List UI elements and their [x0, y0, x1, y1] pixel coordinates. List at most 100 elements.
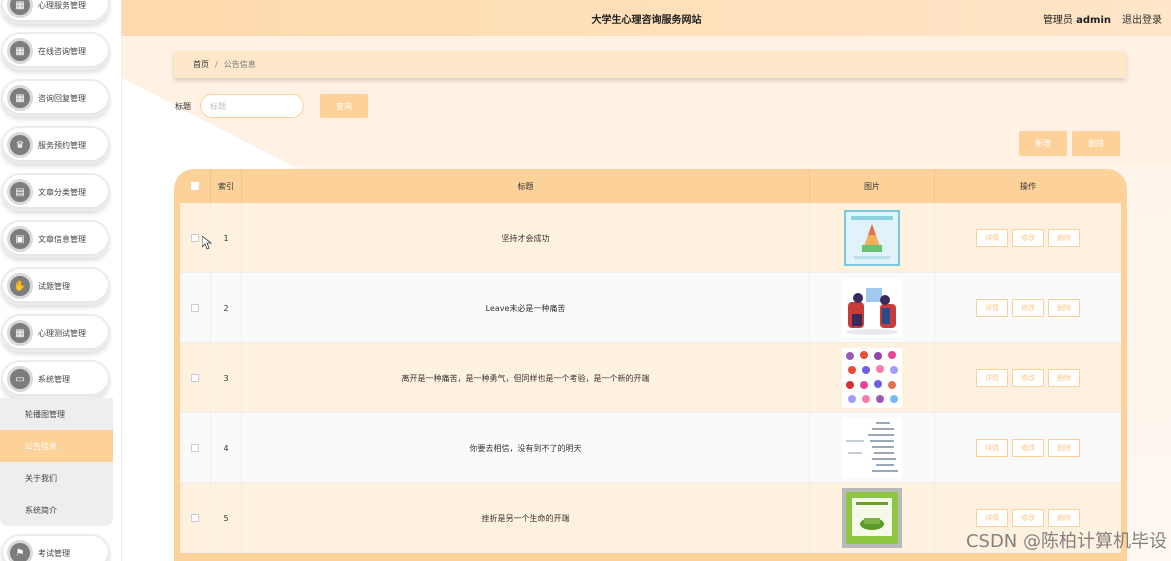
thumbnail-image: [841, 207, 903, 269]
row-image-cell: [810, 413, 935, 483]
thumbnail-image: [841, 417, 903, 479]
row-title: Leave未必是一种痛苦: [242, 273, 810, 343]
row-index: 1: [211, 203, 242, 273]
watermark: CSDN @陈柏计算机毕设: [965, 531, 1167, 552]
search-button[interactable]: 查询: [320, 94, 368, 118]
edit-button[interactable]: 修改: [1012, 439, 1044, 457]
row-checkbox[interactable]: [191, 444, 199, 452]
menu-item-article-info[interactable]: ▣ 文章信息管理: [1, 220, 110, 258]
flag-icon: ⚑: [7, 540, 33, 561]
table-row: 1 坚持才会成功 详情 修改 删除: [180, 203, 1121, 273]
menu-item-article-category[interactable]: ▤ 文章分类管理: [1, 173, 110, 211]
delete-button[interactable]: 删除: [1048, 439, 1080, 457]
row-checkbox-cell: [180, 343, 211, 413]
breadcrumb: 首页 / 公告信息: [174, 51, 1126, 78]
menu-label: 文章分类管理: [38, 187, 86, 197]
edit-button[interactable]: 修改: [1012, 299, 1044, 317]
row-actions: 详情 修改 删除: [935, 413, 1121, 483]
grid-icon: ▦: [7, 0, 33, 18]
detail-button[interactable]: 详情: [976, 439, 1008, 457]
menu-label: 在线咨询管理: [38, 46, 86, 56]
user-name: admin: [1076, 15, 1111, 26]
header-title: 标题: [242, 169, 810, 203]
grid-icon: ▦: [7, 38, 33, 64]
detail-button[interactable]: 详情: [976, 369, 1008, 387]
detail-button[interactable]: 详情: [976, 509, 1008, 527]
edit-button[interactable]: 修改: [1012, 509, 1044, 527]
row-title: 你要去相信，没有到不了的明天: [242, 413, 810, 483]
user-role: 管理员: [1042, 15, 1073, 26]
grid-icon: ▦: [7, 85, 33, 111]
table-row: 2 Leave未必是一种痛苦 详情 修改 删除: [180, 273, 1121, 343]
menu-item-psych-service[interactable]: ▦ 心理服务管理: [1, 0, 110, 24]
submenu-notice[interactable]: 公告信息: [0, 430, 113, 462]
row-checkbox-cell: [180, 483, 211, 553]
menu-label: 试题管理: [38, 281, 70, 291]
row-index: 2: [211, 273, 242, 343]
row-checkbox[interactable]: [191, 374, 199, 382]
menu-label: 心理测试管理: [38, 328, 86, 338]
row-title: 挫折是另一个生命的开端: [242, 483, 810, 553]
search-title-input[interactable]: [200, 94, 304, 118]
main-content: 首页 / 公告信息 标题 查询 新增 删除 索引 标题 图片 操作 1 坚持才会…: [122, 36, 1171, 561]
row-image-cell: [810, 483, 935, 553]
menu-item-service-booking[interactable]: ♛ 服务预约管理: [1, 126, 110, 164]
submenu-about[interactable]: 关于我们: [0, 462, 113, 494]
menu-item-consult-reply[interactable]: ▦ 咨询回复管理: [1, 79, 110, 117]
menu-item-online-consult[interactable]: ▦ 在线咨询管理: [1, 32, 110, 70]
menu-item-questions[interactable]: ✋ 试题管理: [1, 267, 110, 305]
row-title: 离开是一种痛苦，是一种勇气，但同样也是一个考验，是一个新的开端: [242, 343, 810, 413]
menu-item-psych-test[interactable]: ▦ 心理测试管理: [1, 314, 110, 352]
detail-button[interactable]: 详情: [976, 229, 1008, 247]
row-image-cell: [810, 343, 935, 413]
row-actions: 详情 修改 删除: [935, 343, 1121, 413]
row-checkbox[interactable]: [191, 234, 199, 242]
header-image: 图片: [810, 169, 935, 203]
delete-button[interactable]: 删除: [1048, 299, 1080, 317]
row-index: 5: [211, 483, 242, 553]
thumbnail-image: [841, 487, 903, 549]
ticket-icon: ▭: [7, 366, 33, 392]
menu-label: 咨询回复管理: [38, 93, 86, 103]
menu-label: 服务预约管理: [38, 140, 86, 150]
header-checkbox-cell: [180, 169, 211, 203]
top-header: 大学生心理咨询服务网站 管理员 admin 退出登录: [122, 0, 1171, 36]
menu-item-system[interactable]: ▭ 系统管理: [1, 360, 110, 398]
row-checkbox-cell: [180, 273, 211, 343]
menu-label: 文章信息管理: [38, 234, 86, 244]
delete-button[interactable]: 删除: [1048, 369, 1080, 387]
thumbnail-image: [841, 347, 903, 409]
breadcrumb-home[interactable]: 首页: [193, 59, 209, 70]
thumbs-up-icon: ✋: [7, 273, 33, 299]
row-image-cell: [810, 203, 935, 273]
detail-button[interactable]: 详情: [976, 299, 1008, 317]
submenu-carousel[interactable]: 轮播图管理: [0, 398, 113, 430]
add-button[interactable]: 新增: [1019, 131, 1067, 156]
row-checkbox[interactable]: [191, 304, 199, 312]
submenu-intro[interactable]: 系统简介: [0, 494, 113, 526]
menu-label: 心理服务管理: [38, 0, 86, 10]
delete-button[interactable]: 删除: [1048, 509, 1080, 527]
logout-link[interactable]: 退出登录: [1122, 11, 1162, 26]
table-row: 3 离开是一种痛苦，是一种勇气，但同样也是一个考验，是一个新的开端 详情 修改 …: [180, 343, 1121, 413]
grid-icon: ▦: [7, 320, 33, 346]
table-row: 4 你要去相信，没有到不了的明天 详情 修改 删除: [180, 413, 1121, 483]
batch-delete-button[interactable]: 删除: [1072, 131, 1120, 156]
row-actions: 详情 修改 删除: [935, 203, 1121, 273]
user-info: 管理员 admin: [1043, 11, 1111, 26]
menu-label: 系统管理: [38, 374, 70, 384]
delete-button[interactable]: 删除: [1048, 229, 1080, 247]
menu-item-exam[interactable]: ⚑ 考试管理: [1, 534, 110, 561]
system-submenu: 轮播图管理 公告信息 关于我们 系统简介: [0, 398, 113, 526]
trophy-icon: ♛: [7, 132, 33, 158]
edit-button[interactable]: 修改: [1012, 229, 1044, 247]
table-body: 1 坚持才会成功 详情 修改 删除 2 Leave未必是一种痛苦 详情 修改 删…: [180, 203, 1121, 553]
menu-label: 考试管理: [38, 548, 70, 558]
site-title: 大学生心理咨询服务网站: [591, 15, 702, 26]
header-index: 索引: [211, 169, 242, 203]
row-index: 3: [211, 343, 242, 413]
row-checkbox[interactable]: [191, 514, 199, 522]
select-all-checkbox[interactable]: [191, 182, 199, 190]
edit-button[interactable]: 修改: [1012, 369, 1044, 387]
mouse-cursor-icon: [201, 235, 213, 253]
